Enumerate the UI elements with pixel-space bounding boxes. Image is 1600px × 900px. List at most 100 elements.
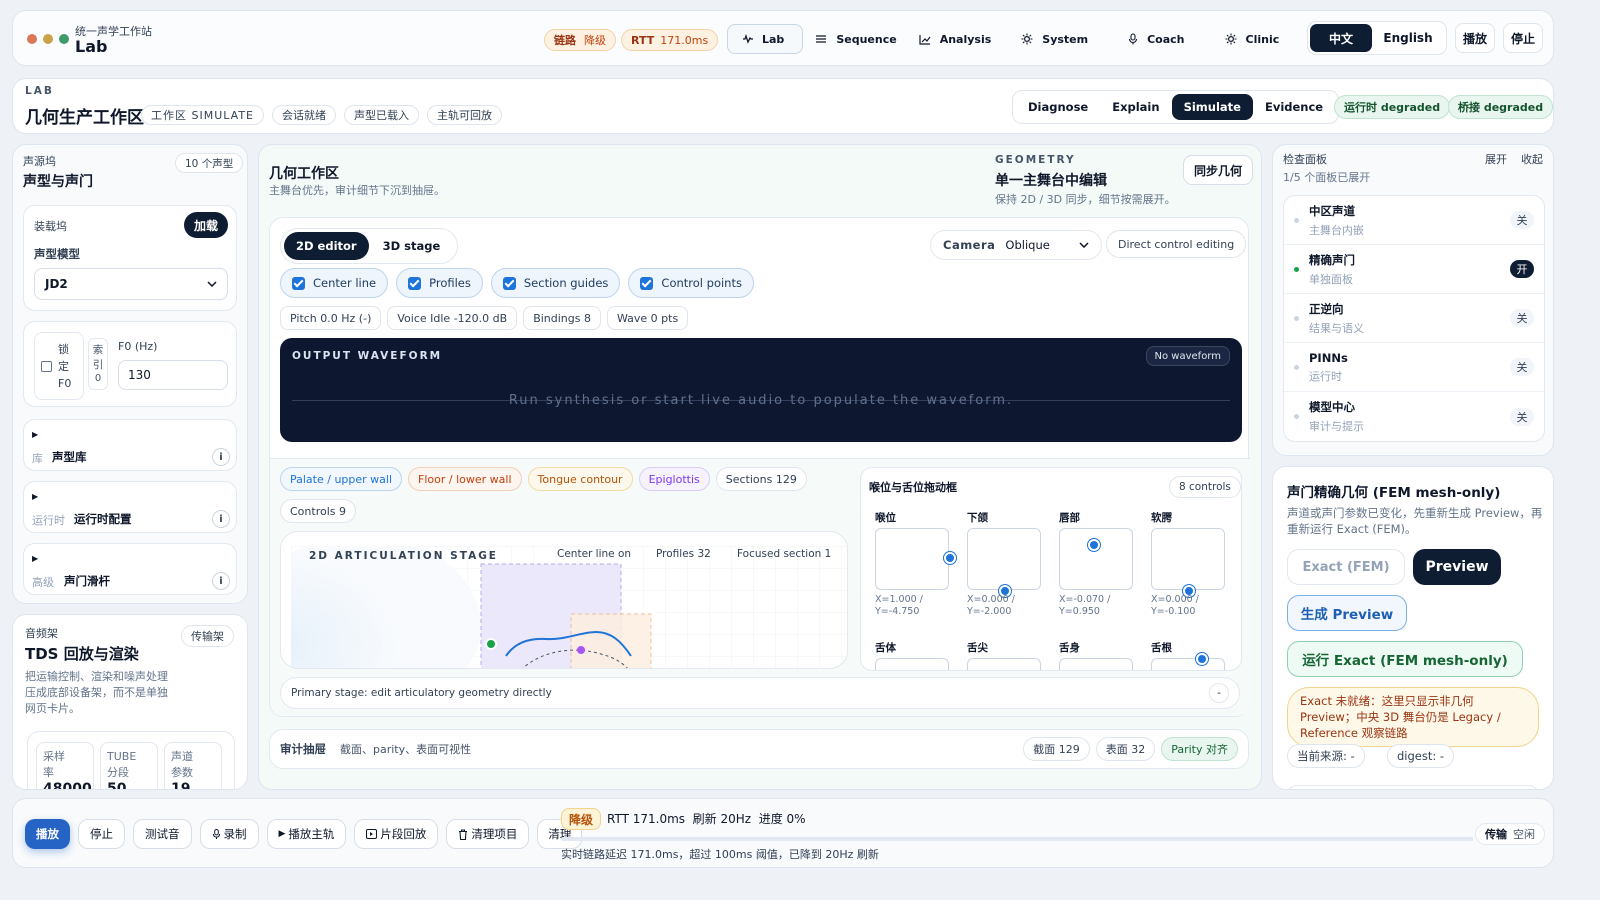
inspector-item[interactable]: PINNs 运行时 关	[1284, 343, 1544, 392]
test-tone-button[interactable]: 测试音	[133, 819, 192, 849]
top-stop-button[interactable]: 停止	[1503, 23, 1543, 53]
run-exact-button[interactable]: 运行 Exact (FEM mesh-only)	[1287, 641, 1523, 677]
inspector-item[interactable]: 中区声道 主舞台内嵌 关	[1284, 196, 1544, 245]
control-point[interactable]	[577, 646, 585, 654]
sync-geometry-button[interactable]: 同步几何	[1183, 155, 1253, 185]
mode-evidence[interactable]: Evidence	[1253, 94, 1335, 120]
inspector-collapse[interactable]: 收起	[1521, 151, 1543, 167]
transport-state: 空闲	[1513, 828, 1535, 841]
section-glottis-slider[interactable]: ▶ 高级 声门滑杆 i	[23, 543, 237, 595]
toggle-section-guides[interactable]: Section guides	[490, 268, 621, 298]
camera-select[interactable]: Camera Oblique	[930, 230, 1102, 260]
inspector-expand[interactable]: 展开	[1485, 151, 1507, 167]
f0-input[interactable]: 130	[118, 360, 228, 390]
section-voice-library[interactable]: ▶ 库 声型库 i	[23, 419, 237, 471]
chip-track: 主轨可回放	[427, 105, 502, 125]
nav-clinic[interactable]: Clinic	[1197, 24, 1292, 54]
inspector-toggle[interactable]: 关	[1510, 358, 1534, 376]
articulation-stage[interactable]: 2D ARTICULATION STAGE Center line on Pro…	[280, 531, 848, 669]
window-dot-green[interactable]	[59, 34, 69, 44]
primary-stage-button[interactable]: -	[1209, 683, 1229, 703]
mode-simulate[interactable]: Simulate	[1171, 94, 1253, 120]
drag-pad[interactable]	[967, 528, 1041, 597]
drag-pad[interactable]	[1151, 528, 1225, 597]
nav-system[interactable]: System	[1003, 24, 1100, 54]
lang-zh-button[interactable]: 中文	[1310, 24, 1372, 52]
status-dot	[1294, 217, 1299, 223]
drag-pad[interactable]	[875, 528, 956, 590]
info-icon[interactable]: i	[212, 572, 230, 590]
model-select[interactable]: JD2	[34, 268, 228, 300]
nav-coach[interactable]: Coach	[1100, 24, 1196, 54]
pad-handle[interactable]	[944, 552, 956, 565]
drag-pad[interactable]	[1151, 653, 1225, 670]
metric-pitch: Pitch 0.0 Hz (-)	[280, 306, 382, 330]
pad-handle[interactable]	[1088, 539, 1101, 552]
drag-pad[interactable]	[1059, 528, 1133, 590]
nav-sequence[interactable]: Sequence	[803, 24, 906, 54]
info-icon[interactable]: i	[212, 510, 230, 528]
inspector-toggle[interactable]: 开	[1510, 260, 1534, 278]
record-button[interactable]: 录制	[199, 819, 259, 849]
load-button[interactable]: 加载	[184, 212, 228, 238]
source-chip: 当前来源: -	[1287, 744, 1365, 768]
checkbox-checked[interactable]	[640, 276, 654, 290]
lang-en-button[interactable]: English	[1372, 24, 1444, 52]
voice-count-badge: 10 个声型	[175, 153, 244, 173]
inspector-item[interactable]: 模型中心 审计与提示 关	[1284, 392, 1544, 441]
checkbox-checked[interactable]	[292, 276, 305, 290]
nav-lab[interactable]: Lab	[727, 24, 804, 54]
toggle-control-points[interactable]: Control points	[628, 268, 754, 298]
window-dot-red[interactable]	[27, 34, 37, 44]
inspector-item-label: 正逆向	[1309, 301, 1344, 316]
play-main-track-button[interactable]: ▶ 播放主轨	[266, 819, 347, 849]
transport-rack-button[interactable]: 传输架	[181, 625, 234, 647]
bottom-play-button[interactable]: 播放	[25, 819, 70, 849]
checkbox-checked[interactable]	[408, 276, 422, 290]
lab-header: LAB 几何生产工作区 工作区 SIMULATE 会话就绪 声型已载入 主轨可回…	[12, 78, 1554, 134]
section-runtime-config[interactable]: ▶ 运行时 运行时配置 i	[23, 481, 237, 533]
expand-triangle-icon: ▶	[32, 492, 39, 501]
inspector-toggle[interactable]: 关	[1510, 407, 1534, 426]
overlay-toggles: Center line Profiles Section guides Cont…	[280, 268, 754, 298]
preview-button[interactable]: Preview	[1413, 549, 1501, 585]
toggle-profiles[interactable]: Profiles	[396, 268, 483, 298]
status-dot	[1294, 364, 1299, 370]
audio-rack-eyebrow: 音频架	[25, 627, 58, 640]
nav-analysis[interactable]: Analysis	[907, 24, 1004, 54]
pad-readout: X=0.000 / Y=-0.100	[1151, 594, 1199, 617]
toggle-center-line[interactable]: Center line	[280, 268, 389, 298]
top-play-button[interactable]: 播放	[1455, 23, 1495, 53]
lock-f0-label: 锁定F0	[58, 342, 72, 390]
clip-playback-button[interactable]: 片段回放	[354, 819, 439, 849]
inspector-item[interactable]: 精确声门 单独面板 开	[1284, 245, 1544, 294]
pad-handle[interactable]	[1196, 653, 1208, 665]
inspector-item-sub: 单独面板	[1309, 272, 1353, 286]
audit-drawer[interactable]: 审计抽屉 截面、parity、表面可视性 截面 129 表面 32 Parity…	[269, 729, 1249, 769]
window-dot-yellow[interactable]	[43, 34, 53, 44]
status-dot	[1294, 414, 1299, 419]
expand-triangle-icon: ▶	[32, 430, 39, 439]
tab-3d-stage[interactable]: 3D stage	[369, 232, 455, 260]
drag-pad[interactable]	[1059, 658, 1133, 670]
tab-2d-editor[interactable]: 2D editor	[284, 232, 369, 260]
info-icon[interactable]: i	[212, 448, 230, 466]
control-point[interactable]	[485, 638, 497, 650]
generate-preview-button[interactable]: 生成 Preview	[1287, 595, 1407, 631]
inspector-toggle[interactable]: 关	[1510, 309, 1534, 327]
mode-diagnose[interactable]: Diagnose	[1016, 94, 1100, 120]
lock-f0-checkbox[interactable]	[41, 360, 52, 372]
checkbox-checked[interactable]	[502, 276, 516, 290]
bottom-stop-button[interactable]: 停止	[78, 819, 125, 849]
inspector-toggle[interactable]: 关	[1510, 211, 1534, 229]
gear-icon	[1225, 33, 1236, 45]
direct-control-chip[interactable]: Direct control editing	[1106, 230, 1247, 258]
drag-pad[interactable]	[967, 658, 1041, 670]
clear-project-button[interactable]: 清理项目	[446, 819, 530, 849]
lock-f0-box[interactable]: 锁定F0	[34, 332, 84, 400]
exact-fem-button[interactable]: Exact (FEM)	[1287, 549, 1405, 585]
drag-pad[interactable]	[875, 658, 949, 670]
inspector-item[interactable]: 正逆向 结果与语义 关	[1284, 294, 1544, 343]
mode-explain[interactable]: Explain	[1100, 94, 1171, 120]
geometry-headline: 单一主舞台中编辑	[995, 173, 1107, 189]
